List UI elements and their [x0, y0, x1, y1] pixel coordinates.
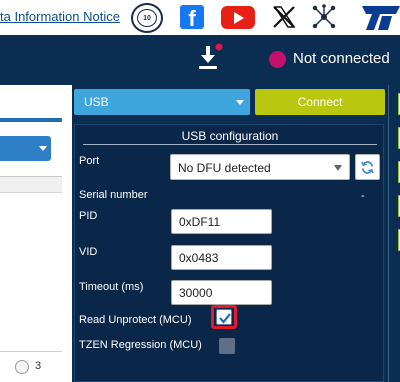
interface-select[interactable]: USB	[74, 89, 250, 115]
left-panel-footer: 3	[0, 351, 62, 382]
read-unprotect-checkbox[interactable]	[216, 309, 232, 325]
checkmark-icon	[219, 313, 231, 324]
serial-number-label: Serial number	[79, 189, 148, 201]
tzen-regression-checkbox[interactable]	[219, 338, 235, 354]
port-select-value: No DFU detected	[178, 161, 271, 175]
connection-panel: USB Connect USB configuration Port No DF…	[72, 85, 388, 382]
usb-configuration-card: USB configuration Port No DFU detected S…	[74, 124, 384, 382]
tzen-regression-label: TZEN Regression (MCU)	[79, 339, 202, 351]
network-icon[interactable]	[311, 4, 337, 30]
page-number: 3	[35, 360, 42, 372]
left-panel-select[interactable]	[0, 136, 51, 161]
refresh-icon	[361, 161, 374, 174]
connection-status-dot	[269, 51, 286, 68]
youtube-icon[interactable]	[221, 6, 255, 29]
download-icon[interactable]	[196, 43, 224, 71]
pid-field[interactable]	[171, 209, 272, 234]
left-panel: 3	[0, 85, 62, 382]
anniversary-badge-icon: 10	[131, 3, 163, 33]
read-unprotect-label: Read Unprotect (MCU)	[79, 314, 192, 326]
connection-status-text: Not connected	[293, 50, 390, 67]
interface-select-value: USB	[84, 95, 109, 109]
port-label: Port	[79, 155, 100, 167]
page-radio[interactable]	[15, 360, 29, 374]
facebook-icon[interactable]: f	[180, 5, 204, 29]
refresh-ports-button[interactable]	[355, 154, 380, 180]
information-notice-link[interactable]: ta Information Notice	[0, 9, 120, 24]
x-icon[interactable]	[271, 4, 297, 30]
connect-button[interactable]: Connect	[255, 89, 385, 115]
divider	[83, 144, 377, 145]
left-panel-table-header	[0, 177, 62, 193]
vid-field[interactable]	[171, 245, 272, 270]
timeout-field[interactable]	[171, 280, 272, 305]
chevron-down-icon	[334, 165, 342, 171]
chevron-down-icon	[39, 146, 47, 151]
left-panel-accent	[0, 118, 62, 122]
st-logo	[362, 6, 400, 30]
serial-number-value: -	[361, 190, 365, 202]
usb-configuration-title: USB configuration	[181, 129, 279, 143]
top-bar: ta Information Notice 10 f	[0, 0, 400, 35]
badge-text: 10	[137, 9, 157, 27]
port-select[interactable]: No DFU detected	[170, 154, 350, 180]
panel-gap	[62, 85, 72, 382]
pid-label: PID	[79, 210, 98, 222]
chevron-down-icon	[236, 100, 244, 105]
vid-label: VID	[79, 246, 98, 258]
timeout-label: Timeout (ms)	[79, 281, 144, 293]
app-header: Not connected	[0, 35, 400, 85]
